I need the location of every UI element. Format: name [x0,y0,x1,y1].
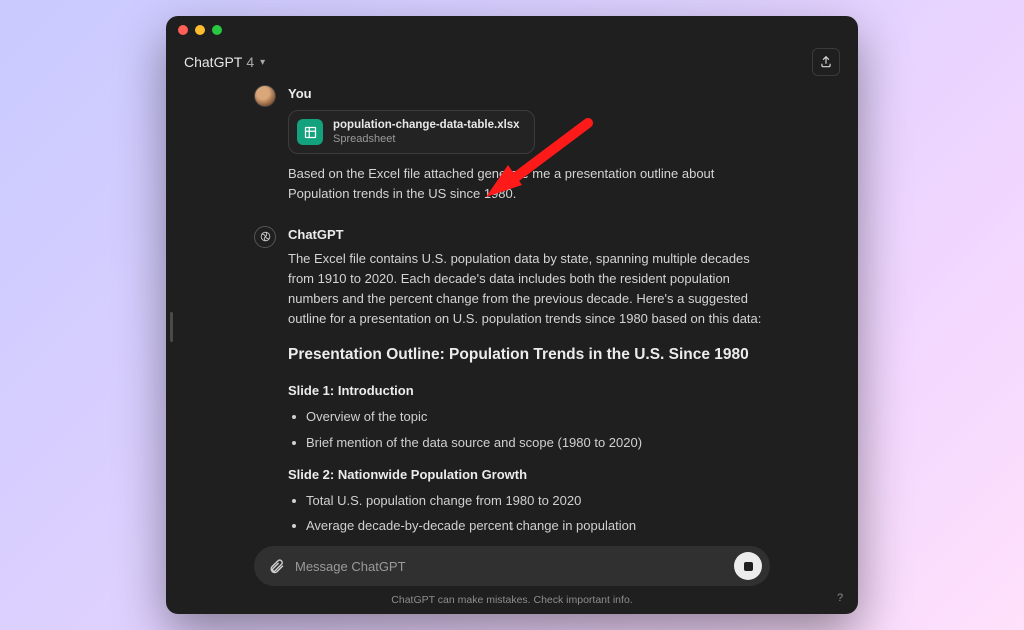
model-version: 4 [246,54,254,70]
conversation-area: You population-change-data-table.xlsx Sp… [166,80,858,536]
spreadsheet-icon [297,119,323,145]
attachment-filename: population-change-data-table.xlsx [333,118,520,132]
assistant-avatar [254,226,276,248]
openai-icon [259,230,272,243]
upload-icon [819,55,833,69]
assistant-label: ChatGPT [288,225,770,245]
slide-bullet-list: Total U.S. population change from 1980 t… [288,491,770,536]
help-button[interactable]: ? [832,590,848,606]
input-area [166,536,858,590]
stop-icon [744,562,753,571]
share-button[interactable] [812,48,840,76]
list-item: Brief mention of the data source and sco… [288,433,770,453]
slide-bullet-list: Overview of the topic Brief mention of t… [288,407,770,452]
list-item: Average decade-by-decade percent change … [288,516,770,536]
mac-titlebar [166,16,858,44]
stop-generating-button[interactable] [734,552,762,580]
disclaimer-footer: ChatGPT can make mistakes. Check importa… [166,590,858,614]
outline-title: Presentation Outline: Population Trends … [288,343,770,367]
user-label: You [288,84,770,104]
top-bar: ChatGPT 4 ▾ [166,44,858,80]
user-message: You population-change-data-table.xlsx Sp… [254,84,770,205]
assistant-intro-paragraph: The Excel file contains U.S. population … [288,249,770,330]
window-close-traffic-light[interactable] [178,25,188,35]
message-input-bar[interactable] [254,546,770,586]
assistant-message: ChatGPT The Excel file contains U.S. pop… [254,225,770,536]
user-avatar [254,85,276,107]
message-input[interactable] [295,559,734,574]
model-name: ChatGPT [184,54,242,70]
attachment-kind: Spreadsheet [333,133,520,147]
slide-heading: Slide 1: Introduction [288,381,770,401]
user-prompt-text: Based on the Excel file attached generat… [288,164,770,204]
attach-button[interactable] [268,558,285,575]
paperclip-icon [268,558,285,575]
file-attachment-chip[interactable]: population-change-data-table.xlsx Spread… [288,110,535,154]
window-minimize-traffic-light[interactable] [195,25,205,35]
list-item: Total U.S. population change from 1980 t… [288,491,770,511]
app-window: ChatGPT 4 ▾ You [166,16,858,614]
list-item: Overview of the topic [288,407,770,427]
chevron-down-icon: ▾ [260,57,265,68]
window-zoom-traffic-light[interactable] [212,25,222,35]
slide-heading: Slide 2: Nationwide Population Growth [288,465,770,485]
model-selector[interactable]: ChatGPT 4 ▾ [184,54,265,70]
